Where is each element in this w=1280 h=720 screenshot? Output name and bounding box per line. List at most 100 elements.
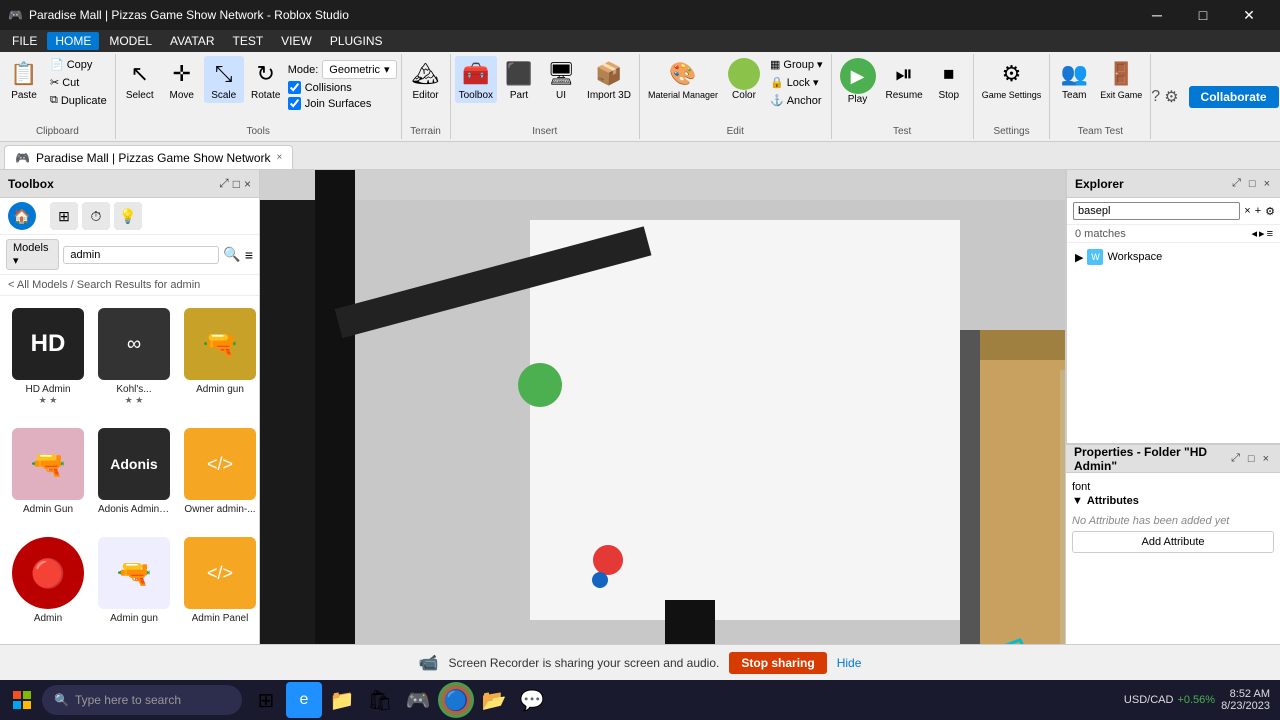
material-manager-button[interactable]: 🎨 Material Manager <box>644 56 722 102</box>
list-item[interactable]: </> Owner admin-... <box>180 424 259 527</box>
menu-view[interactable]: VIEW <box>273 32 320 50</box>
menu-home[interactable]: HOME <box>47 32 99 50</box>
properties-undock-button[interactable]: ⤢ <box>1228 451 1243 466</box>
anchor-button[interactable]: ⚓ Anchor <box>766 92 827 109</box>
list-item[interactable]: </> Admin Panel <box>180 533 259 636</box>
toolbox-close-button[interactable]: × <box>244 176 251 191</box>
team-button[interactable]: 👥 Team <box>1054 56 1094 103</box>
explorer-prev-button[interactable]: ◂ <box>1252 227 1258 240</box>
copy-button[interactable]: 📄 Copy <box>46 56 111 73</box>
toolbox-category-dropdown[interactable]: Models ▾ <box>6 239 59 270</box>
import3d-button[interactable]: 📦 Import 3D <box>583 56 635 103</box>
editor-button[interactable]: 🏔 Editor <box>406 56 446 103</box>
toolbox-undock-button[interactable]: ⤢ <box>219 176 229 191</box>
item-label: Kohl's... <box>116 384 151 395</box>
menu-plugins[interactable]: PLUGINS <box>322 32 391 50</box>
taskbar: 🔍 Type here to search ⊞ e 📁 🛍 🎮 🔵 📂 💬 US… <box>0 680 1280 720</box>
toolbox-button[interactable]: 🧰 Toolbox <box>455 56 497 103</box>
discord-button[interactable]: 💬 <box>514 682 550 718</box>
start-button[interactable] <box>4 682 40 718</box>
game-settings-button[interactable]: ⚙ Game Settings <box>978 56 1046 102</box>
item-thumbnail-adonis: Adonis <box>98 428 170 500</box>
hide-button[interactable]: Hide <box>837 656 862 670</box>
paste-button[interactable]: 📋 Paste <box>4 56 44 103</box>
exit-game-button[interactable]: 🚪 Exit Game <box>1096 56 1146 102</box>
explorer-add-button[interactable]: + <box>1255 205 1261 217</box>
collisions-checkbox[interactable] <box>288 81 301 94</box>
files-button[interactable]: 📂 <box>476 682 512 718</box>
list-item[interactable]: HD HD Admin ★ ★ <box>8 304 88 418</box>
duplicate-button[interactable]: ⧉ Duplicate <box>46 92 111 109</box>
menu-avatar[interactable]: AVATAR <box>162 32 222 50</box>
properties-attributes-section: ▼ Attributes No Attribute has been added… <box>1072 495 1274 553</box>
properties-expand-button[interactable]: □ <box>1245 451 1258 466</box>
explorer-clear-button[interactable]: × <box>1244 205 1250 217</box>
chrome-button[interactable]: 🔵 <box>438 682 474 718</box>
toolbox-grid-view-button[interactable]: ⊞ <box>50 202 78 230</box>
minimize-button[interactable]: ─ <box>1134 0 1180 30</box>
menu-file[interactable]: FILE <box>4 32 45 50</box>
list-item[interactable]: 🔫 Admin gun <box>180 304 259 418</box>
main-tab[interactable]: 🎮 Paradise Mall | Pizzas Game Show Netwo… <box>4 145 293 169</box>
stop-button[interactable]: ⏹ Stop <box>929 56 969 103</box>
resume-button[interactable]: ⏯ Resume <box>882 56 927 103</box>
menu-test[interactable]: TEST <box>224 32 271 50</box>
item-label: Admin gun <box>110 613 158 624</box>
explorer-taskbar-button[interactable]: 📁 <box>324 682 360 718</box>
toolbox-recent-button[interactable]: ⏱ <box>82 202 110 230</box>
collaborate-button[interactable]: Collaborate <box>1189 86 1279 108</box>
edge-button[interactable]: e <box>286 682 322 718</box>
lock-button[interactable]: 🔒 Lock ▾ <box>766 74 827 91</box>
move-button[interactable]: ✛ Move <box>162 56 202 103</box>
add-attribute-button[interactable]: Add Attribute <box>1072 531 1274 553</box>
task-view-button[interactable]: ⊞ <box>248 682 284 718</box>
color-button[interactable]: Color <box>724 56 764 103</box>
explorer-filter-button[interactable]: ≡ <box>1267 227 1273 240</box>
store-button[interactable]: 🛍 <box>362 682 398 718</box>
explorer-close-button[interactable]: × <box>1261 176 1273 191</box>
rotate-button[interactable]: ↻ Rotate <box>246 56 286 103</box>
cut-button[interactable]: ✂ Cut <box>46 74 111 91</box>
explorer-expand-button[interactable]: □ <box>1246 176 1259 191</box>
explorer-search-input[interactable] <box>1073 202 1240 220</box>
systray: USD/CAD +0.56% <box>1124 694 1215 706</box>
part-button[interactable]: ⬛ Part <box>499 56 539 103</box>
roblox-taskbar-button[interactable]: 🎮 <box>400 682 436 718</box>
item-thumbnail-admin: 🔴 <box>12 537 84 609</box>
taskbar-search-box[interactable]: 🔍 Type here to search <box>42 685 242 715</box>
explorer-workspace-item[interactable]: ▶ W Workspace <box>1071 247 1277 267</box>
explorer-undock-button[interactable]: ⤢ <box>1229 176 1244 191</box>
list-item[interactable]: ∞ Kohl's... ★ ★ <box>94 304 174 418</box>
close-button[interactable]: ✕ <box>1226 0 1272 30</box>
toolbox-search-button[interactable]: 🔍 <box>223 246 240 263</box>
ribbon-terrain-section: 🏔 Editor Terrain <box>402 54 451 139</box>
taskbar-search-placeholder: Type here to search <box>75 693 181 707</box>
menu-model[interactable]: MODEL <box>101 32 160 50</box>
mode-dropdown[interactable]: Geometric ▾ <box>322 60 396 79</box>
list-item[interactable]: 🔴 Admin <box>8 533 88 636</box>
toolbox-filter-button[interactable]: ≡ <box>245 247 253 263</box>
stop-sharing-button[interactable]: Stop sharing <box>729 652 826 674</box>
ui-icon: 🖥 <box>545 58 577 90</box>
scale-button[interactable]: ⤡ Scale <box>204 56 244 103</box>
list-item[interactable]: Adonis Adonis Admin-... <box>94 424 174 527</box>
item-label: Owner admin-... <box>184 504 255 515</box>
play-button[interactable]: ▶ Play <box>836 56 880 107</box>
list-item[interactable]: 🔫 Admin gun <box>94 533 174 636</box>
explorer-next-button[interactable]: ▸ <box>1259 227 1265 240</box>
toolbox-create-button[interactable]: 💡 <box>114 202 142 230</box>
toolbox-expand-button[interactable]: □ <box>233 176 240 191</box>
list-item[interactable]: 🔫 Admin Gun <box>8 424 88 527</box>
group-button[interactable]: ▦ Group ▾ <box>766 56 827 73</box>
toolbox-search-input[interactable] <box>63 246 219 264</box>
tab-close-button[interactable]: × <box>277 152 283 163</box>
viewport[interactable]: Back <box>260 170 1065 644</box>
attributes-header[interactable]: ▼ Attributes <box>1072 495 1274 507</box>
properties-close-button[interactable]: × <box>1260 451 1272 466</box>
select-button[interactable]: ↖ Select <box>120 56 160 103</box>
explorer-options-button[interactable]: ⚙ <box>1265 205 1275 218</box>
paste-icon: 📋 <box>8 58 40 90</box>
maximize-button[interactable]: □ <box>1180 0 1226 30</box>
ui-button[interactable]: 🖥 UI <box>541 56 581 103</box>
join-surfaces-checkbox[interactable] <box>288 97 301 110</box>
